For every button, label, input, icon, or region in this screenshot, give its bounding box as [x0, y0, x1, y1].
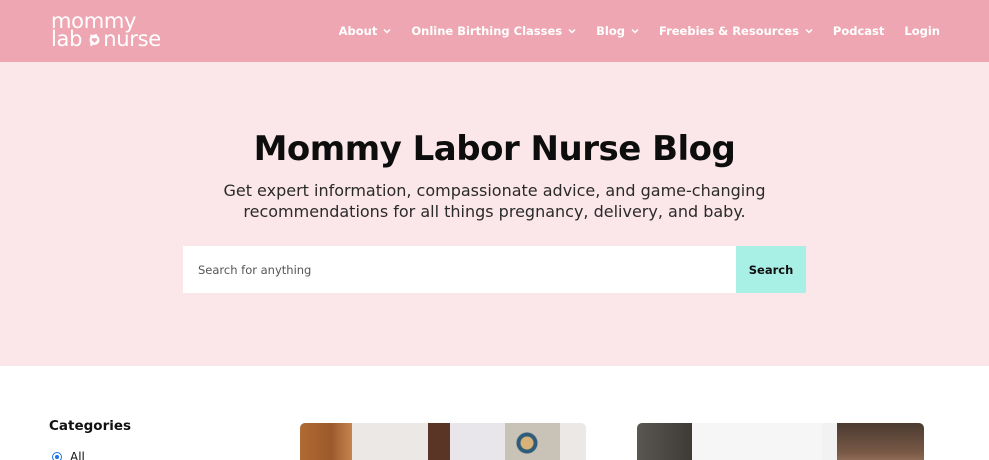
card-image-window — [692, 423, 822, 460]
nav-item-label: Login — [904, 24, 940, 38]
site-header: mommy lab r nurse About Online Birthing … — [0, 0, 989, 62]
card-image-pillow — [505, 423, 560, 460]
nav-item-label: Podcast — [832, 24, 885, 38]
radio-selected-icon[interactable] — [52, 452, 62, 460]
search-input[interactable] — [183, 246, 736, 293]
heart-icon — [89, 35, 100, 45]
nav-item-freebies-resources[interactable]: Freebies & Resources — [659, 24, 813, 38]
hero-subtitle-line-2: recommendations for all things pregnancy… — [243, 202, 746, 221]
nav-item-blog[interactable]: Blog — [596, 24, 639, 38]
search-bar: Search — [183, 246, 806, 293]
blog-post-card-image[interactable] — [300, 423, 586, 460]
main-nav: About Online Birthing Classes Blog Freeb… — [319, 0, 940, 62]
nav-item-label: Freebies & Resources — [658, 24, 799, 38]
chevron-down-icon — [805, 28, 813, 34]
nav-item-login[interactable]: Login — [904, 24, 940, 38]
nav-item-label: Blog — [596, 24, 625, 38]
hero-subtitle-line-1: Get expert information, compassionate ad… — [223, 181, 766, 200]
blog-post-card-image[interactable] — [637, 423, 924, 460]
nav-item-podcast[interactable]: Podcast — [833, 24, 884, 38]
nav-item-label: About — [338, 24, 378, 38]
card-image-wood-door — [300, 423, 352, 460]
category-option-all[interactable]: All — [52, 450, 85, 460]
chevron-down-icon — [383, 28, 391, 34]
nav-item-about[interactable]: About — [339, 24, 392, 38]
chevron-down-icon — [631, 28, 639, 34]
logo-line-2: lab r nurse — [51, 27, 161, 51]
nav-item-label: Online Birthing Classes — [411, 24, 563, 38]
card-image-background — [637, 423, 692, 460]
card-image-person — [837, 423, 924, 460]
search-button[interactable]: Search — [736, 246, 806, 293]
hero-subtitle: Get expert information, compassionate ad… — [194, 180, 795, 222]
chevron-down-icon — [568, 28, 576, 34]
categories-heading: Categories — [49, 418, 132, 434]
category-label: All — [70, 450, 85, 460]
nav-item-online-birthing-classes[interactable]: Online Birthing Classes — [411, 24, 576, 38]
page-title: Mommy Labor Nurse Blog — [253, 129, 736, 169]
site-logo[interactable]: mommy lab r nurse — [51, 11, 181, 51]
